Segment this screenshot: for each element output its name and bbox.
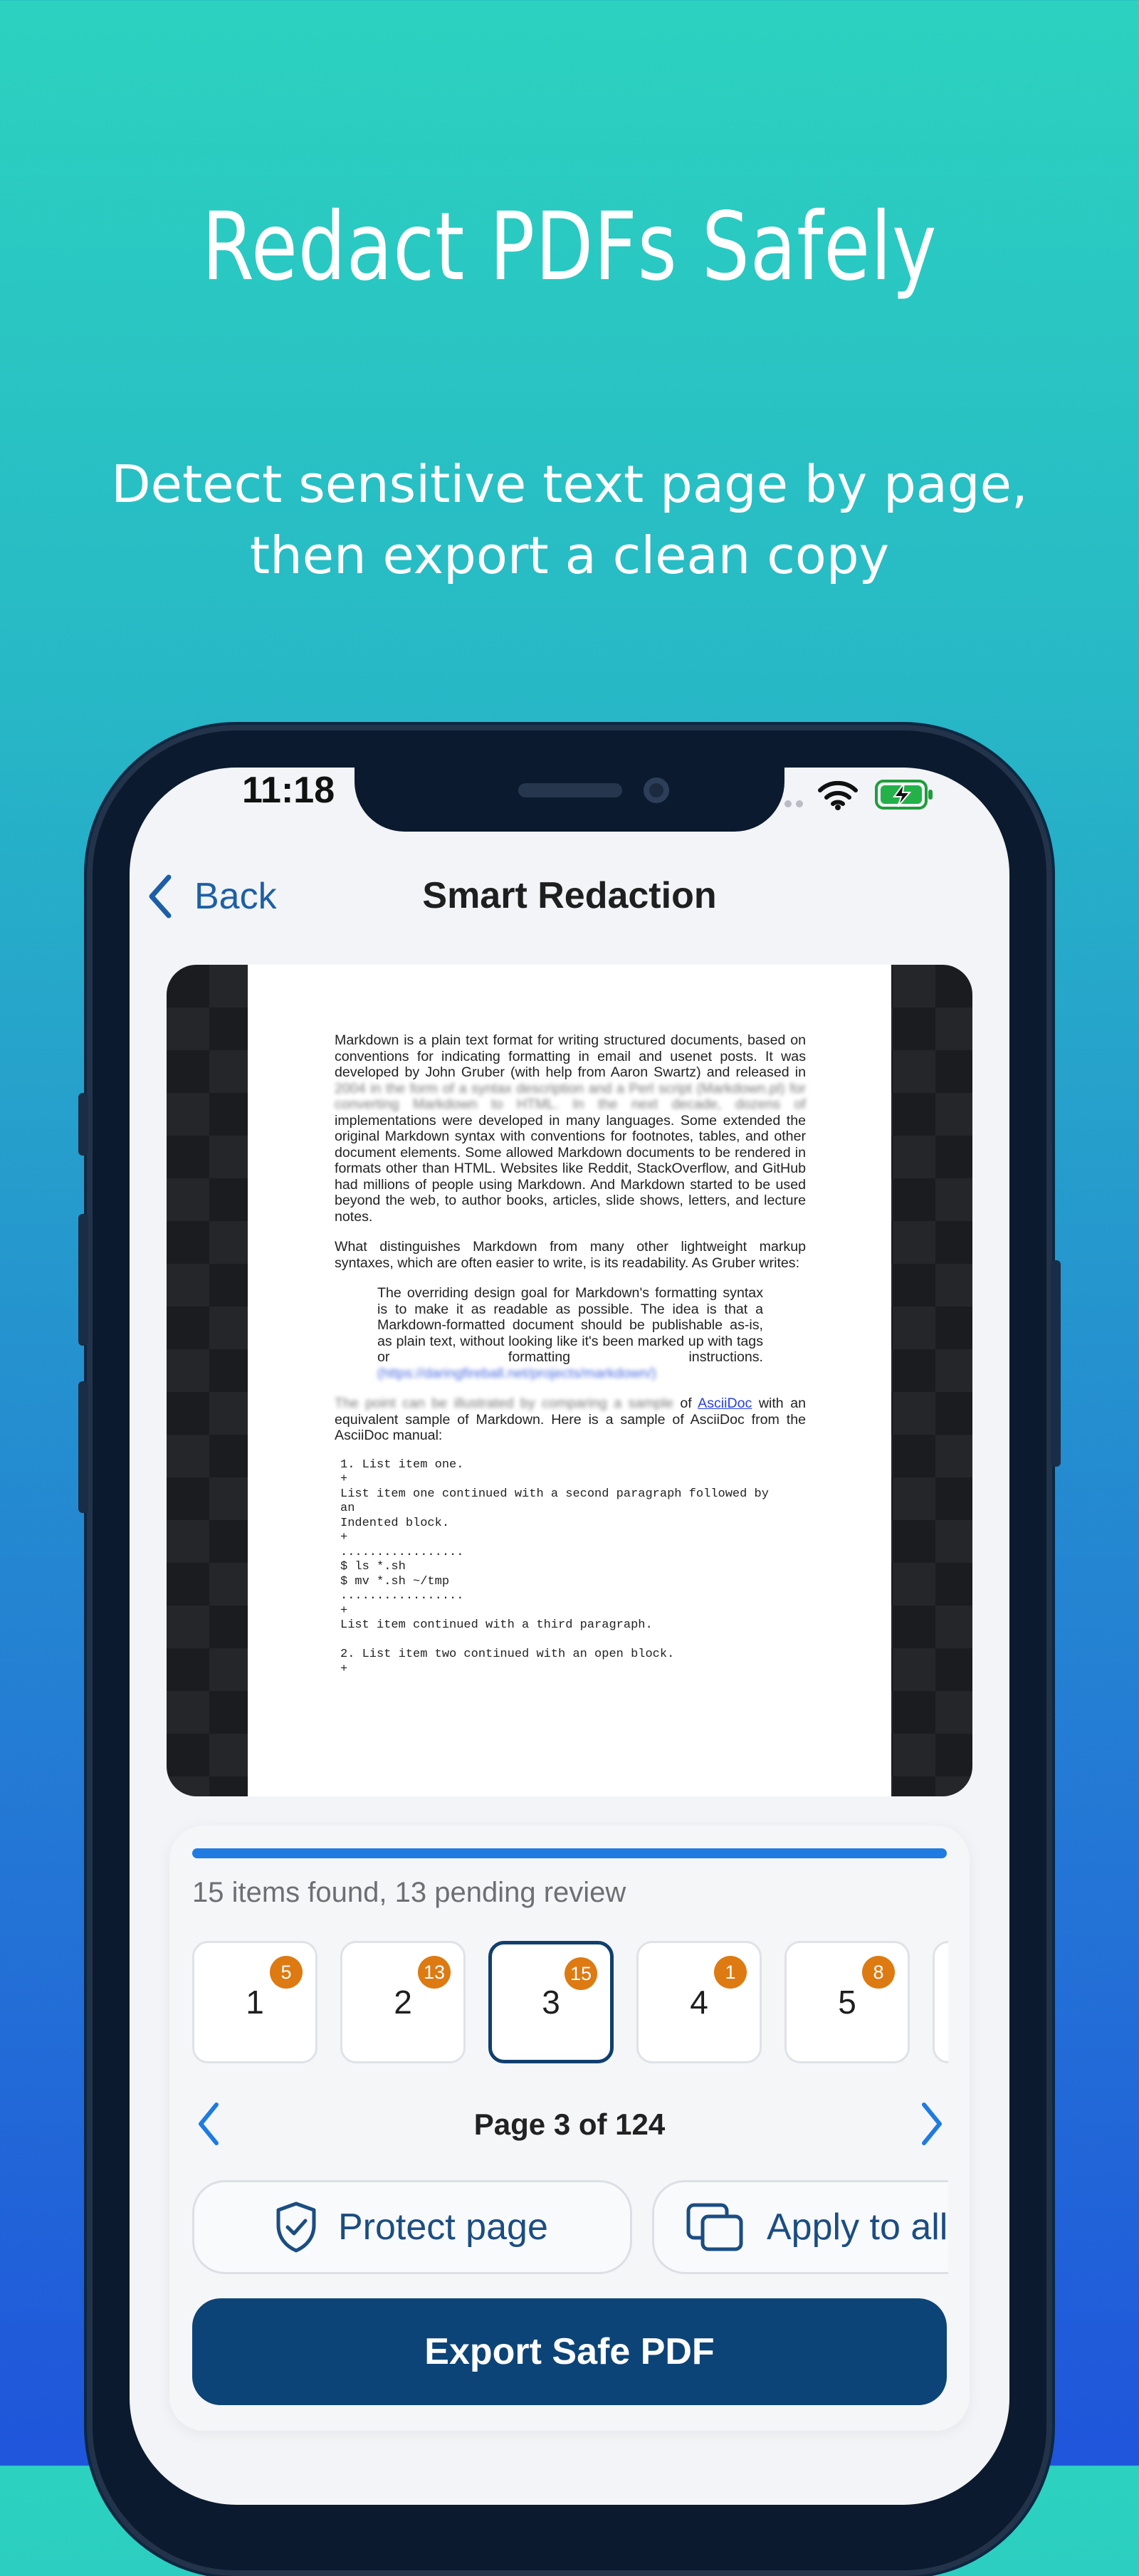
phone-power-button [1051,1260,1061,1467]
pdf-text: Markdown is a plain text format for writ… [335,1032,806,1080]
page-thumbnail-1[interactable]: 1 5 [192,1941,317,2063]
page-number: 4 [690,1984,708,2021]
redacted-text[interactable]: The point can be illustrated by comparin… [335,1396,673,1411]
back-label: Back [194,876,277,917]
chevron-left-icon [149,874,172,918]
pdf-page: Markdown is a plain text format for writ… [248,965,891,1796]
status-time: 11:18 [242,770,335,811]
pdf-text: implementations were developed in many l… [335,1112,806,1225]
findings-badge: 13 [418,1956,451,1989]
copy-pages-icon [686,2203,743,2251]
page-number: 2 [394,1984,412,2021]
pdf-paragraph: The point can be illustrated by comparin… [335,1396,806,1444]
page-thumbnail-5[interactable]: 5 8 [784,1941,910,2063]
hero-subtitle-line-1: Detect sensitive text page by page, [111,454,1028,514]
phone-volume-down [78,1381,88,1513]
hero-subtitle-line-2: then export a clean copy [249,525,890,585]
pdf-text: of [673,1396,698,1411]
document-preview[interactable]: Markdown is a plain text format for writ… [167,965,972,1796]
signal-dots-icon [784,800,792,807]
page-number: 3 [542,1984,560,2021]
action-row: Protect page Apply to all [191,2179,948,2278]
previous-page-button[interactable] [194,2100,222,2147]
pdf-code-block: 1. List item one. + List item one contin… [340,1457,769,1676]
page-thumbnails[interactable]: 1 5 2 13 3 15 4 1 5 8 [192,1937,948,2069]
export-safe-pdf-button[interactable]: Export Safe PDF [192,2298,947,2405]
findings-badge: 15 [565,1957,597,1990]
pdf-blockquote: The overriding design goal for Markdown'… [377,1285,763,1381]
status-icons [783,776,940,812]
phone-silent-switch [78,1093,88,1156]
redacted-text[interactable]: 2004 in the form of a syntax description… [335,1081,806,1113]
wifi-icon [818,780,858,810]
findings-badge: 8 [862,1956,895,1989]
page-thumbnail-next[interactable] [933,1941,948,2063]
pdf-paragraph: Markdown is a plain text format for writ… [335,1032,806,1225]
apply-to-all-button[interactable]: Apply to all [652,2180,948,2274]
pdf-text: The overriding design goal for Markdown'… [377,1285,763,1365]
phone-volume-up [78,1214,88,1346]
battery-charging-icon [875,780,933,810]
pdf-content: Markdown is a plain text format for writ… [335,1032,806,1677]
findings-badge: 1 [714,1956,747,1989]
hero-subtitle: Detect sensitive text page by page, then… [0,449,1139,591]
apply-to-all-label: Apply to all [767,2206,948,2248]
findings-summary: 15 items found, 13 pending review [192,1877,626,1908]
signal-dots-icon [796,800,803,807]
page-thumbnail-2[interactable]: 2 13 [340,1941,466,2063]
pdf-paragraph: What distinguishes Markdown from many ot… [335,1239,806,1271]
review-progress-bar [192,1848,947,1858]
back-button[interactable]: Back [146,874,277,918]
page-number: 5 [838,1984,856,2021]
page-number: 1 [246,1984,264,2021]
shield-check-icon [276,2201,316,2253]
page-thumbnail-4[interactable]: 4 1 [636,1941,762,2063]
pdf-link[interactable]: AsciiDoc [698,1396,752,1411]
page-thumbnail-3[interactable]: 3 15 [488,1941,614,2063]
next-page-button[interactable] [918,2100,947,2147]
hero-title: Redact PDFs Safely [201,192,938,302]
findings-badge: 5 [270,1956,303,1989]
phone-camera [644,777,669,803]
protect-page-label: Protect page [338,2206,548,2248]
phone-speaker [518,783,622,797]
protect-page-button[interactable]: Protect page [192,2180,632,2274]
redacted-link[interactable]: (https://daringfireball.net/projects/mar… [377,1366,656,1381]
